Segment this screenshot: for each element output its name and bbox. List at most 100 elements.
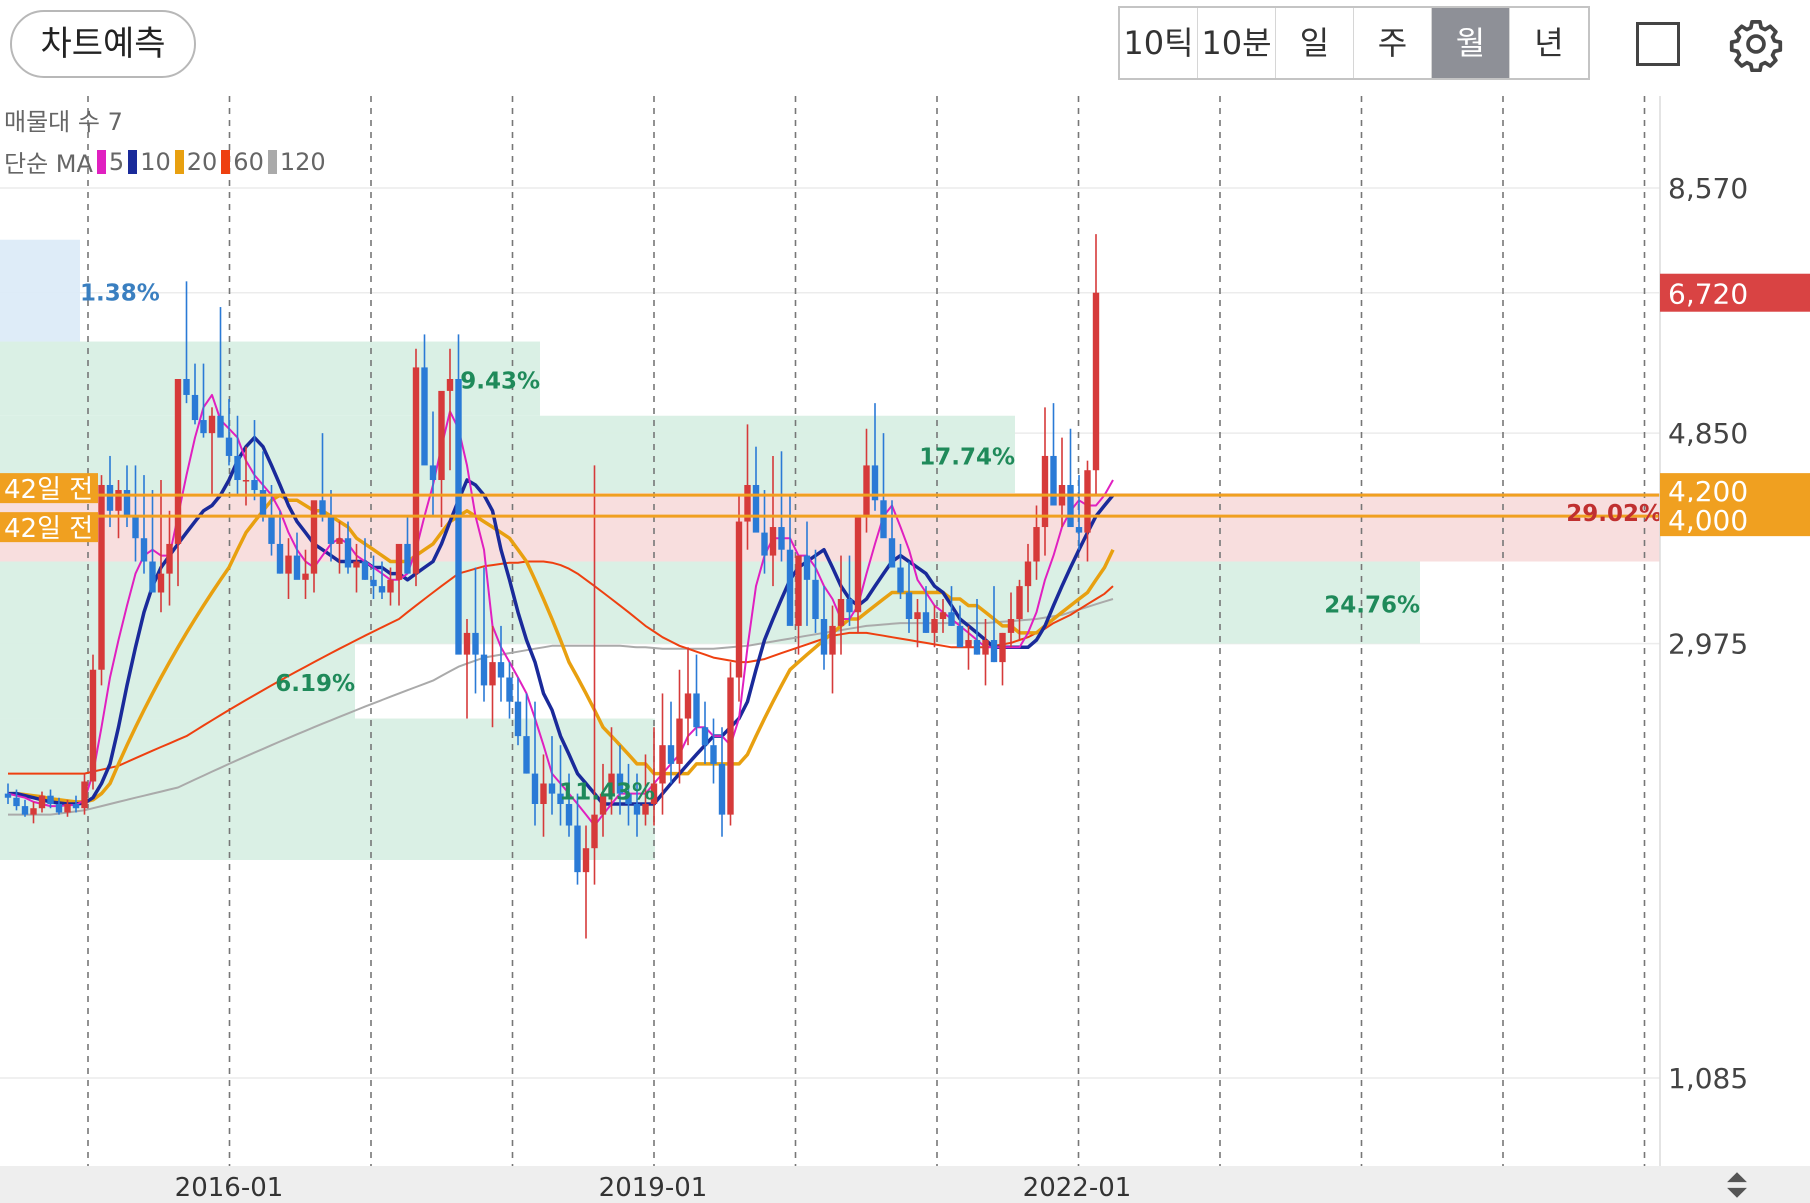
candle [727,662,734,826]
candle-body [1084,470,1091,533]
candle-body [217,415,224,438]
candle-body [829,625,836,655]
period-10tick[interactable]: 10틱 [1120,8,1198,78]
candle [514,677,522,746]
candle-body [854,516,862,613]
candle-body [846,598,853,613]
volume-profile [0,239,1660,861]
ma120-label: 120 [279,147,326,176]
sort-icon[interactable] [1720,1168,1754,1202]
candle-body [268,516,275,544]
candle-body [948,612,955,626]
candle-body [973,640,981,655]
candle-body [276,543,284,574]
volume-profile-legend: 매물대 수 7 [4,108,123,136]
candle-body [489,662,496,686]
candle-body [880,500,887,539]
period-week[interactable]: 주 [1354,8,1432,78]
period-10min[interactable]: 10분 [1198,8,1276,78]
candle-body [183,378,190,395]
candle-body [761,532,768,556]
candle-body [1067,484,1074,528]
candle [701,701,709,764]
candle-body [897,567,904,593]
period-year[interactable]: 년 [1510,8,1588,78]
candle-body [990,640,998,663]
period-day[interactable]: 일 [1276,8,1354,78]
candle-body [30,808,37,815]
candle-body [514,701,522,737]
candle-body [251,480,258,491]
current-price-label: 6,720 [1668,278,1748,311]
gear-icon[interactable] [1728,16,1784,72]
candle-body [412,367,420,574]
candle [98,475,105,686]
candle-body [174,378,182,544]
candle-body [1050,455,1057,506]
candle-body [208,415,216,434]
candle [710,718,717,784]
candle-body [718,763,726,815]
candle-body [72,804,80,809]
candle-body [336,538,343,544]
price-chart[interactable]: 42일 전 42일 전 1.38% 9.43% 17.74% 29.02% 24.76% 6… [0,96,1810,1203]
candle-body [531,773,539,805]
candle [999,632,1006,686]
period-month[interactable]: 월 [1432,8,1510,78]
candle-body [327,516,335,544]
zone-pct-label: 29.02% [1566,501,1662,527]
candle-body [591,814,598,849]
candle-body [387,579,394,593]
chart-predict-button[interactable]: 차트예측 [10,10,196,78]
period-selector: 10틱 10분 일 주 월 년 [1118,6,1590,80]
candle-body [234,455,241,481]
candle-body [786,549,794,626]
candle [1092,234,1100,496]
candle-body [922,612,930,633]
candle-body [115,490,122,511]
candle-body [523,736,530,774]
candle-body [200,420,207,434]
candle-body [982,640,989,655]
ma20-label: 20 [186,147,218,176]
ma60-label: 60 [233,147,264,176]
candle [1067,428,1074,528]
support-left-label: 42일 전 [4,514,93,544]
y-tick-label: 1,085 [1668,1062,1748,1095]
ma20-swatch [174,149,184,174]
ma60-swatch [221,149,231,174]
candle-body [540,783,547,805]
zone-pct-label: 9.43% [460,369,540,395]
candle-body [965,640,972,648]
candle [463,619,471,719]
zone-pct-label: 1.38% [80,281,160,307]
candle-body [1007,619,1015,633]
candle-body [1024,561,1032,587]
candle [1050,403,1057,506]
candle-body [931,619,938,633]
candle [667,701,675,784]
candle-body [752,484,760,533]
candle-body [684,693,692,719]
candle-body [667,745,675,764]
candle-body [999,632,1006,663]
candle-body [956,625,964,648]
ma5-label: 5 [108,147,125,176]
candle-body [98,484,105,670]
candle [693,654,700,737]
x-tick-label: 2019-01 [599,1173,708,1203]
candle-body [132,516,139,539]
candle-body [1016,586,1023,620]
candle-body [13,797,20,807]
candle-body [574,825,581,873]
candle-body [769,527,777,556]
candle-body [506,677,513,702]
candle-body [633,804,641,815]
zone-pct-label: 24.76% [1324,593,1420,619]
ma-legend: 단순 MA 5 10 20 60 120 [4,144,326,179]
candle-body [47,795,54,805]
square-icon[interactable] [1636,22,1680,66]
candle-body [166,543,173,574]
candle-body [939,612,947,620]
zone-pct-label: 6.19% [275,671,355,697]
